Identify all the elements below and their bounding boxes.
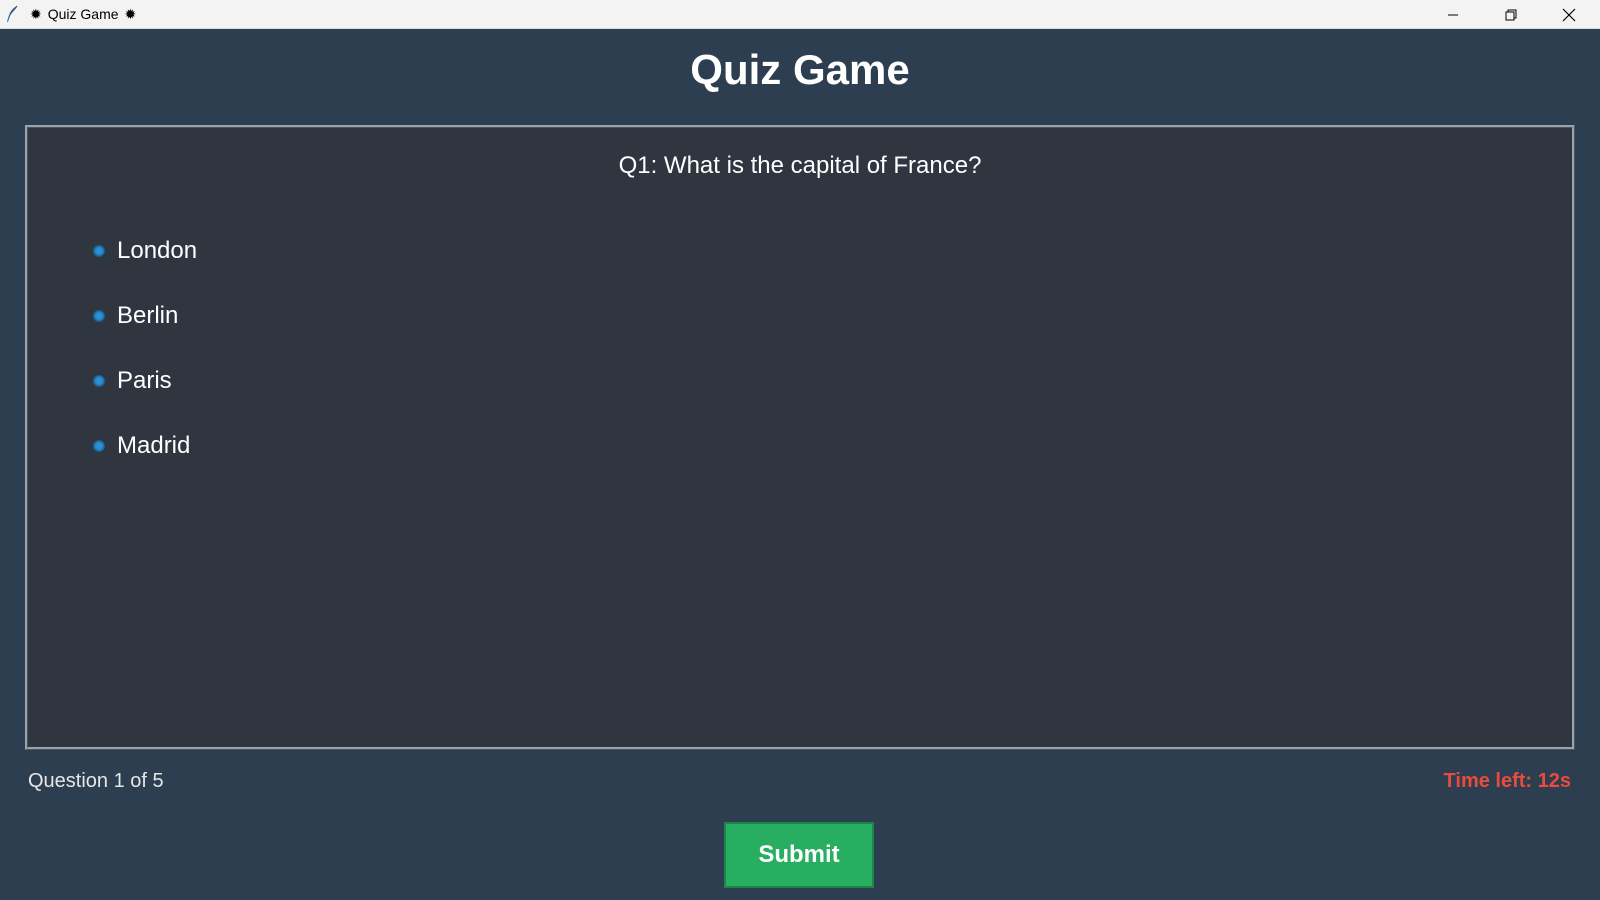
page-title: Quiz Game — [690, 46, 910, 93]
option-london[interactable]: London — [93, 218, 197, 283]
window-title-group: ✹ Quiz Game ✹ — [28, 0, 138, 29]
question-text: Q1: What is the capital of France? — [618, 152, 982, 179]
close-button[interactable] — [1540, 0, 1598, 29]
time-left: Time left: 12s — [1443, 770, 1571, 792]
minimize-button[interactable] — [1424, 0, 1482, 29]
radio-button[interactable] — [93, 309, 105, 322]
quiz-window: ✹ Quiz Game ✹ Quiz Game Q1: What is the … — [0, 0, 1600, 900]
radio-button[interactable] — [93, 374, 105, 387]
title-bar: ✹ Quiz Game ✹ — [0, 0, 1600, 29]
option-label: Madrid — [117, 431, 191, 459]
restore-button[interactable] — [1482, 0, 1540, 29]
option-paris[interactable]: Paris — [93, 348, 197, 413]
submit-button[interactable]: Submit — [724, 822, 874, 888]
radio-button[interactable] — [93, 439, 105, 452]
question-progress: Question 1 of 5 — [28, 770, 164, 792]
window-title: Quiz Game — [47, 6, 119, 22]
radio-button[interactable] — [93, 244, 105, 257]
minimize-icon — [1448, 14, 1458, 15]
close-icon — [1562, 8, 1576, 21]
option-madrid[interactable]: Madrid — [93, 413, 197, 478]
option-berlin[interactable]: Berlin — [93, 283, 197, 348]
feather-icon — [7, 5, 18, 22]
option-label: Paris — [117, 366, 172, 394]
question-panel: Q1: What is the capital of France? Londo… — [25, 125, 1575, 750]
option-label: Berlin — [117, 301, 179, 329]
gear-icon: ✹ — [30, 6, 42, 22]
answer-options: London Berlin Paris Madrid — [93, 218, 197, 478]
gear-icon: ✹ — [124, 6, 137, 22]
restore-icon — [1505, 9, 1517, 20]
option-label: London — [117, 236, 198, 264]
